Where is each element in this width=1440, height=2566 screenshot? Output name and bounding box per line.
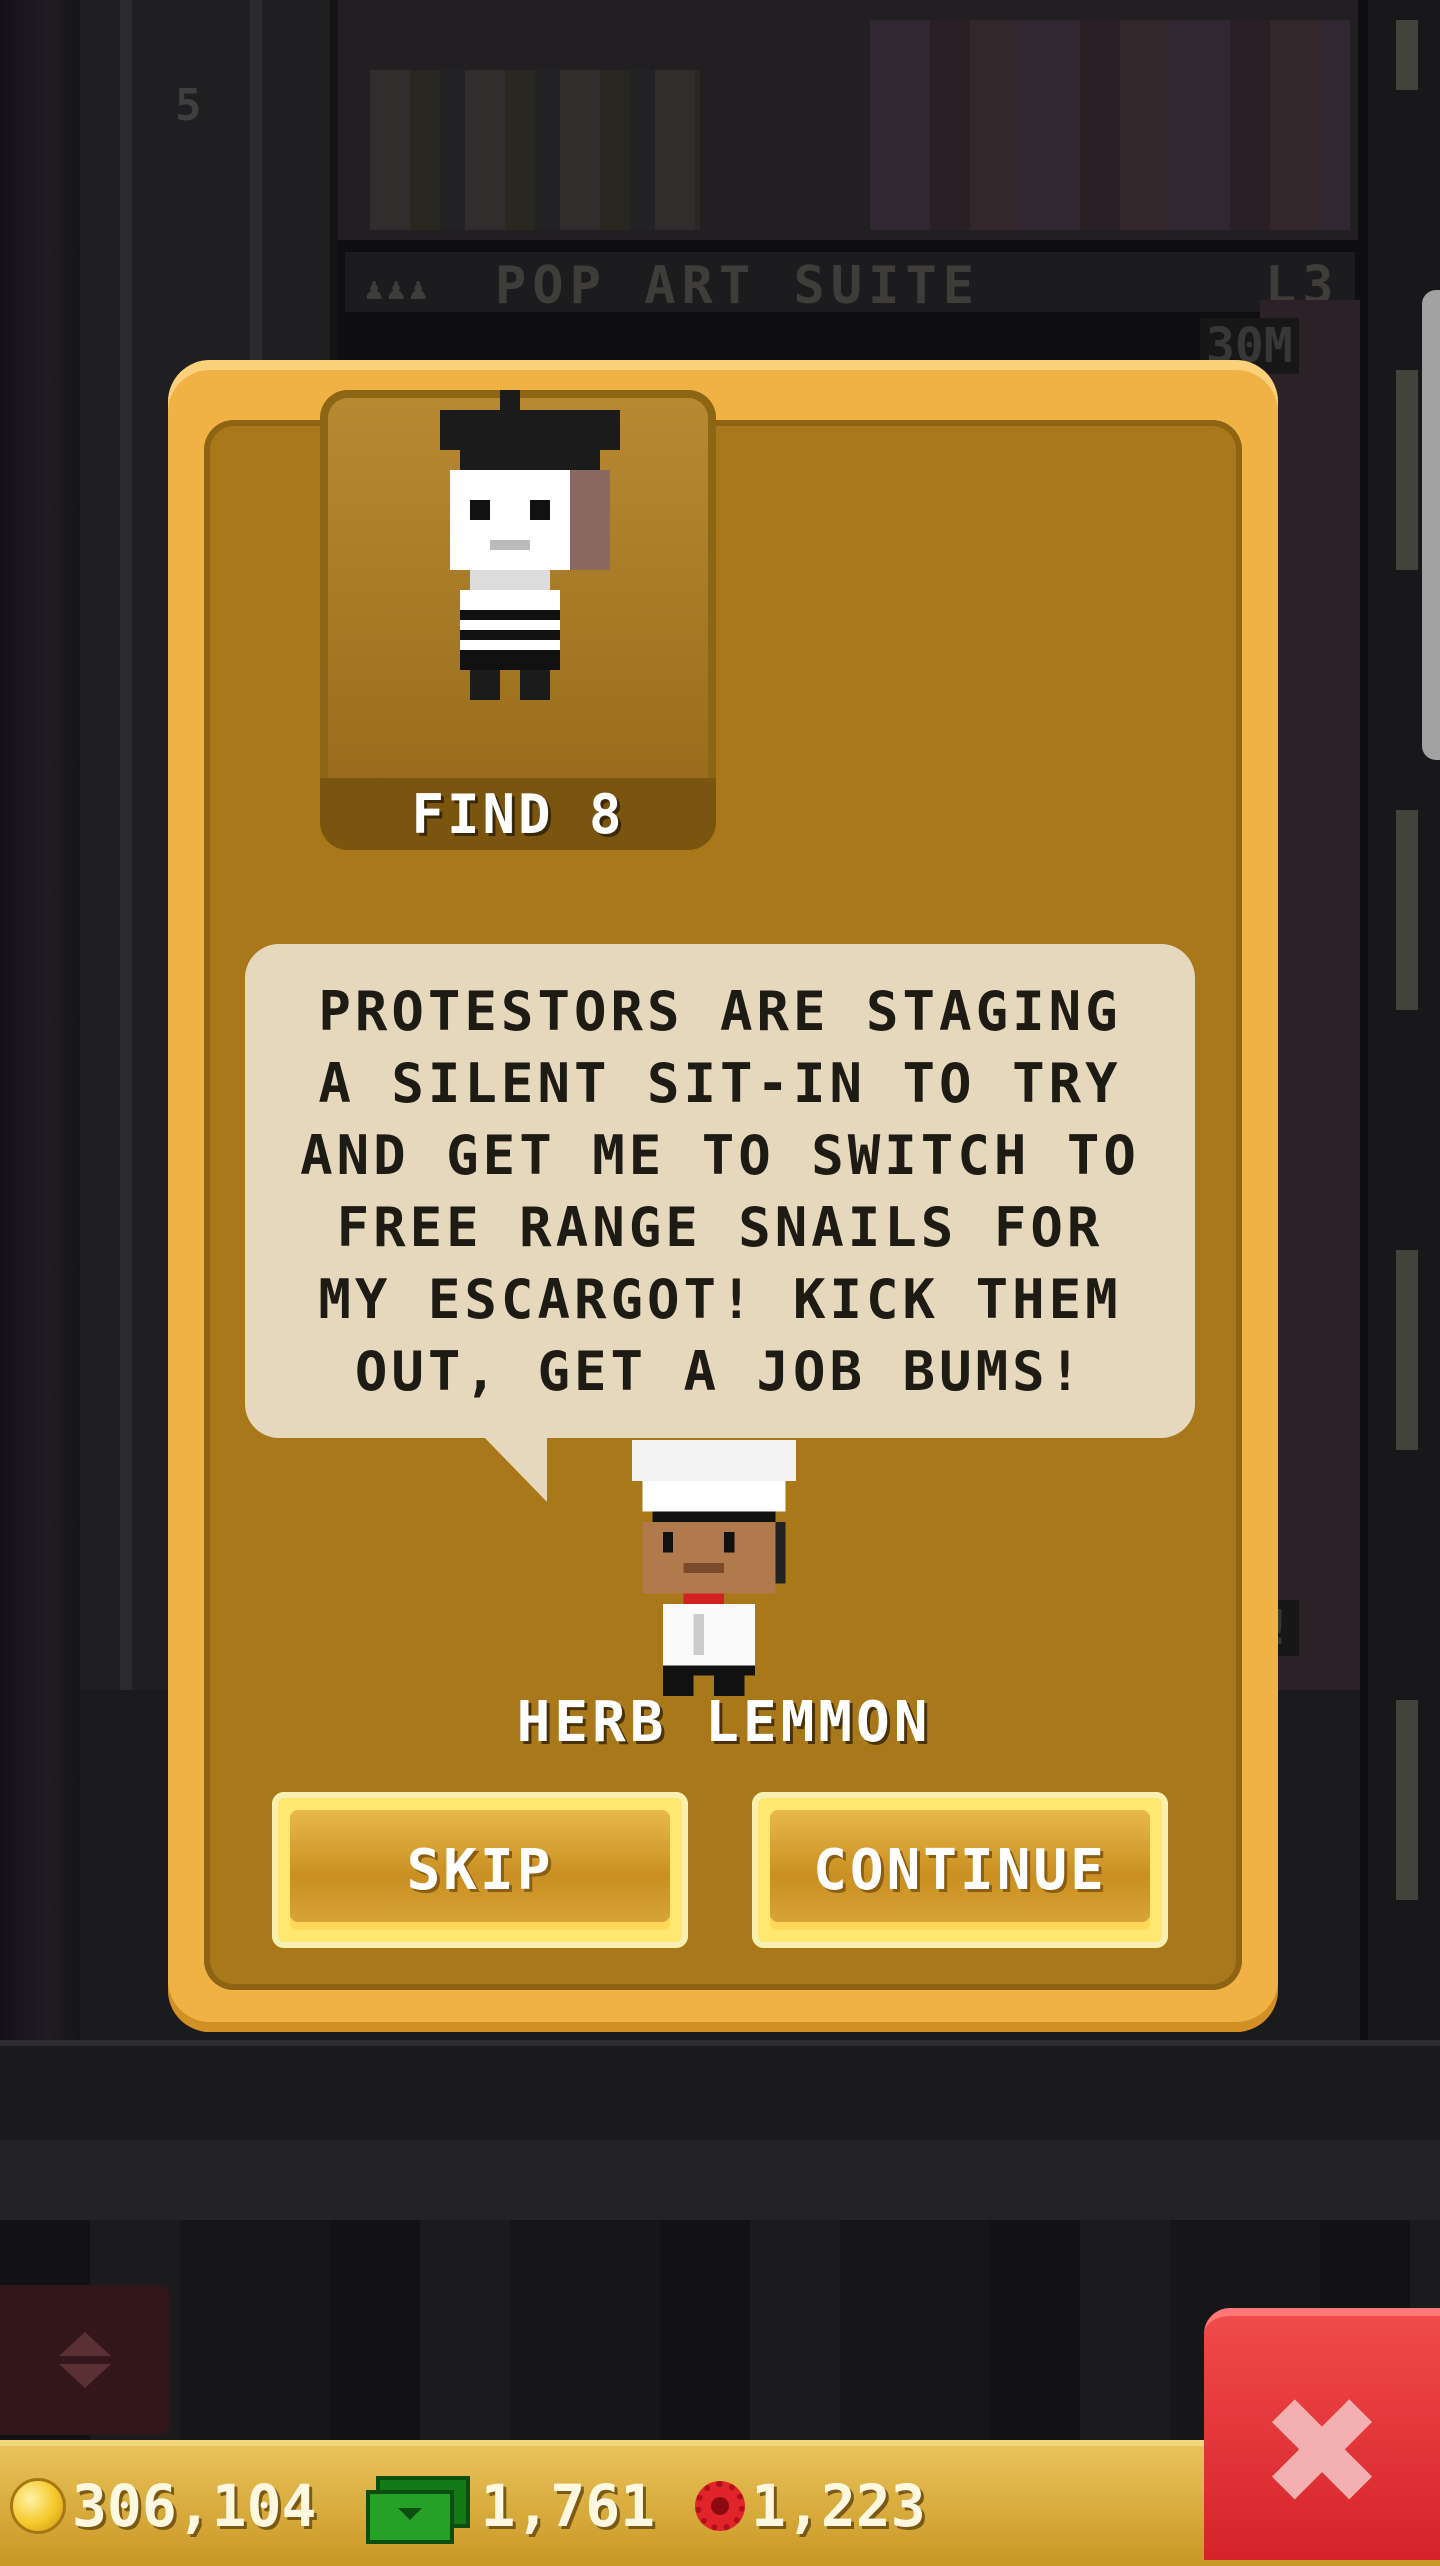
- chips-counter[interactable]: 1,223: [655, 2446, 926, 2566]
- elevator-button[interactable]: [0, 2285, 170, 2435]
- speaker-name: HERB LEMMON: [516, 1690, 932, 1755]
- chip-icon: [695, 2481, 746, 2531]
- chef-character-icon: [632, 1440, 796, 1696]
- mission-goal: FIND 8: [320, 778, 716, 850]
- bux-icon: [366, 2476, 471, 2544]
- message-line: OUT, GET A JOB BUMS!: [354, 1340, 1086, 1403]
- close-icon: ✖: [1259, 2366, 1385, 2540]
- target-portrait: FIND 8: [320, 390, 716, 850]
- chips-value: 1,223: [751, 2472, 926, 2540]
- lobby-floor: [0, 2140, 1440, 2220]
- elevator-arrows-icon: [59, 2332, 111, 2356]
- speech-bubble-tail: [483, 1436, 547, 1502]
- bux-value: 1,761: [480, 2472, 656, 2540]
- skip-button-label: SKIP: [290, 1810, 670, 1930]
- message-line: AND GET ME TO SWITCH TO: [300, 1124, 1140, 1187]
- coins-value: 306,104: [72, 2472, 317, 2540]
- elevator-arrows-icon: [59, 2364, 111, 2388]
- skip-button[interactable]: SKIP: [272, 1792, 688, 1948]
- speech-bubble: PROTESTORS ARE STAGING A SILENT SIT-IN T…: [245, 944, 1195, 1438]
- bux-counter[interactable]: 1,761: [316, 2446, 655, 2566]
- message-line: A SILENT SIT-IN TO TRY: [318, 1052, 1122, 1115]
- message-line: FREE RANGE SNAILS FOR: [336, 1196, 1104, 1259]
- message-line: PROTESTORS ARE STAGING: [318, 980, 1122, 1043]
- mime-character-icon: [440, 390, 620, 700]
- continue-button-label: CONTINUE: [770, 1810, 1150, 1930]
- close-button[interactable]: ✖: [1204, 2308, 1440, 2560]
- lobby-floor: [0, 2040, 1440, 2146]
- coin-icon: [10, 2478, 66, 2534]
- message-line: MY ESCARGOT! KICK THEM: [318, 1268, 1122, 1331]
- continue-button[interactable]: CONTINUE: [752, 1792, 1168, 1948]
- coins-counter[interactable]: 306,104: [0, 2446, 316, 2566]
